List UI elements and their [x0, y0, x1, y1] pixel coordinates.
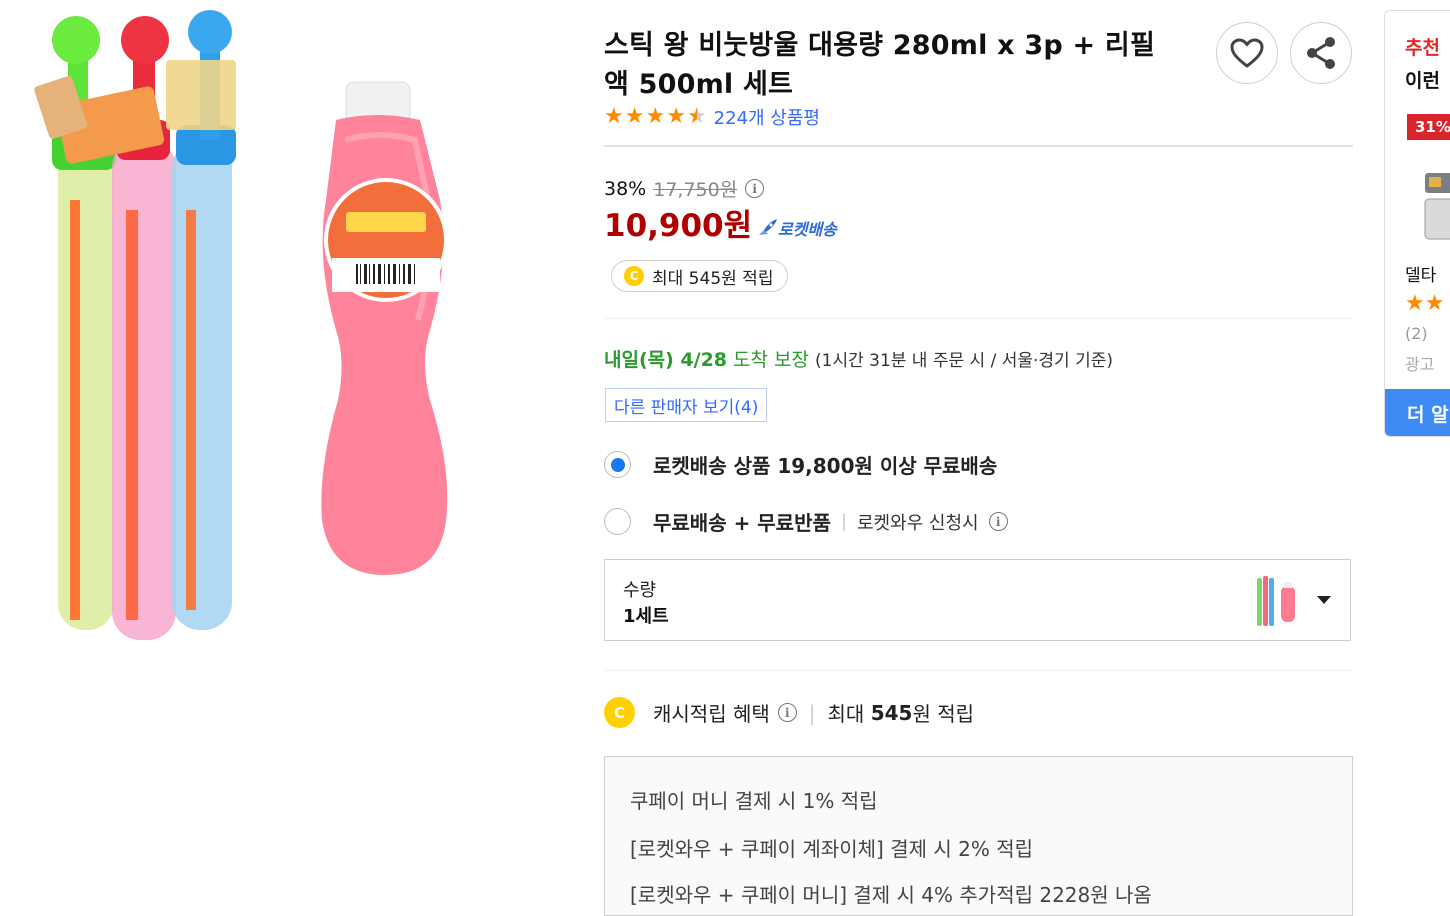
refill-bottle [321, 81, 448, 575]
separator: | [840, 511, 847, 532]
shipping-option-sub: 로켓와우 신청시 [856, 512, 979, 534]
delivery-note: (1시간 31분 내 주문 시 / 서울⋅경기 기준) [815, 351, 1113, 371]
quantity-label: 수량 [623, 580, 657, 601]
share-icon [1307, 37, 1335, 69]
star-icon: ★ [624, 104, 645, 129]
rocket-icon [759, 219, 777, 235]
ad-label: 광고 [1405, 355, 1435, 374]
product-title-line2: 액 500ml 세트 [604, 69, 794, 100]
product-title: 스틱 왕 비눗방울 대용량 280ml x 3p + 리필 액 500ml 세트 [604, 26, 1194, 104]
star-icon: ★ [645, 104, 666, 129]
benefit-line: [로켓와우 + 쿠페이 머니] 결제 시 4% 추가적립 2228원 나옴 [630, 883, 1152, 907]
discount-row: 38% 17,750원 i [604, 175, 765, 202]
divider [604, 318, 1353, 319]
quantity-select[interactable]: 수량 1세트 [604, 559, 1351, 641]
rocket-delivery-badge: 로켓배송 [756, 216, 837, 240]
rocket-delivery-label: 로켓배송 [778, 220, 837, 239]
quantity-thumbnail [1257, 576, 1295, 626]
review-count-link[interactable]: 224개 상품평 [714, 104, 820, 130]
coin-icon: C [624, 266, 644, 286]
delivery-info: 내일(목) 4/28 도착 보장 (1시간 31분 내 주문 시 / 서울⋅경기… [604, 345, 1113, 372]
discount-badge: 31% [1407, 114, 1450, 140]
delivery-date: 내일(목) 4/28 [604, 349, 728, 371]
info-icon[interactable]: i [988, 512, 1008, 531]
divider [604, 670, 1353, 671]
benefit-line: [로켓와우 + 쿠페이 계좌이체] 결제 시 2% 적립 [630, 837, 1033, 861]
cash-reward-pill: C 최대 545원 적립 [611, 260, 789, 292]
recommendation-panel: 추천 이런 31% 델타 ★★ (2) 광고 더 알 [1384, 10, 1450, 437]
sale-price: 10,900원 [604, 208, 753, 244]
benefit-detail-box: 쿠페이 머니 결제 시 1% 적립 [로켓와우 + 쿠페이 계좌이체] 결제 시… [604, 756, 1353, 916]
cash-benefit-label: 캐시적립 혜택 [653, 702, 770, 726]
quantity-value: 1세트 [623, 606, 669, 627]
share-button[interactable] [1290, 22, 1352, 84]
cash-benefit-suffix: 원 적립 [912, 702, 974, 726]
separator: | [808, 700, 816, 725]
recommended-review-count: (2) [1405, 324, 1428, 343]
cash-benefit-row: C 캐시적립 혜택 i | 최대 545 원 적립 [604, 697, 974, 728]
info-icon[interactable]: i [777, 703, 797, 722]
cash-benefit-amount: 545 [870, 700, 913, 725]
recommended-rating: ★★ [1405, 291, 1445, 316]
product-image[interactable] [0, 0, 580, 700]
coin-icon: C [604, 697, 635, 728]
heart-icon [1230, 38, 1264, 68]
rating-stars: ★ ★ ★ ★ ★ 224개 상품평 [604, 104, 820, 130]
recommendation-subtitle: 이런 [1405, 70, 1440, 92]
shipping-option-label: 로켓배송 상품 19,800원 이상 무료배송 [653, 454, 998, 478]
recommended-product-name[interactable]: 델타 [1405, 261, 1436, 286]
discount-rate: 38% [604, 177, 647, 200]
info-icon[interactable]: i [745, 179, 765, 198]
chevron-down-icon[interactable] [1317, 596, 1331, 604]
half-star-icon: ★ [686, 104, 707, 129]
cash-benefit-prefix: 최대 [827, 702, 871, 726]
star-icon: ★ [666, 104, 686, 129]
shipping-option-label: 무료배송 + 무료반품 [653, 511, 831, 535]
radio-unselected[interactable] [604, 508, 631, 535]
product-title-line1: 스틱 왕 비눗방울 대용량 280ml x 3p + 리필 [604, 30, 1155, 61]
divider [604, 145, 1353, 147]
recommended-product-image[interactable] [1407, 141, 1450, 241]
benefit-line: 쿠페이 머니 결제 시 1% 적립 [630, 789, 878, 813]
shipping-option-rocket[interactable]: 로켓배송 상품 19,800원 이상 무료배송 [604, 450, 997, 479]
other-sellers-button[interactable]: 다른 판매자 보기(4) [605, 388, 768, 422]
wishlist-button[interactable] [1216, 22, 1278, 84]
radio-selected[interactable] [604, 451, 631, 478]
see-more-button[interactable]: 더 알 [1385, 389, 1450, 436]
recommendation-title: 추천 [1405, 37, 1440, 59]
shipping-option-free[interactable]: 무료배송 + 무료반품 | 로켓와우 신청시 i [604, 507, 1008, 536]
delivery-guarantee: 도착 보장 [733, 349, 809, 371]
original-price: 17,750원 [653, 179, 738, 201]
cash-reward-label: 최대 545원 적립 [652, 268, 774, 289]
star-icon: ★ [604, 104, 624, 129]
